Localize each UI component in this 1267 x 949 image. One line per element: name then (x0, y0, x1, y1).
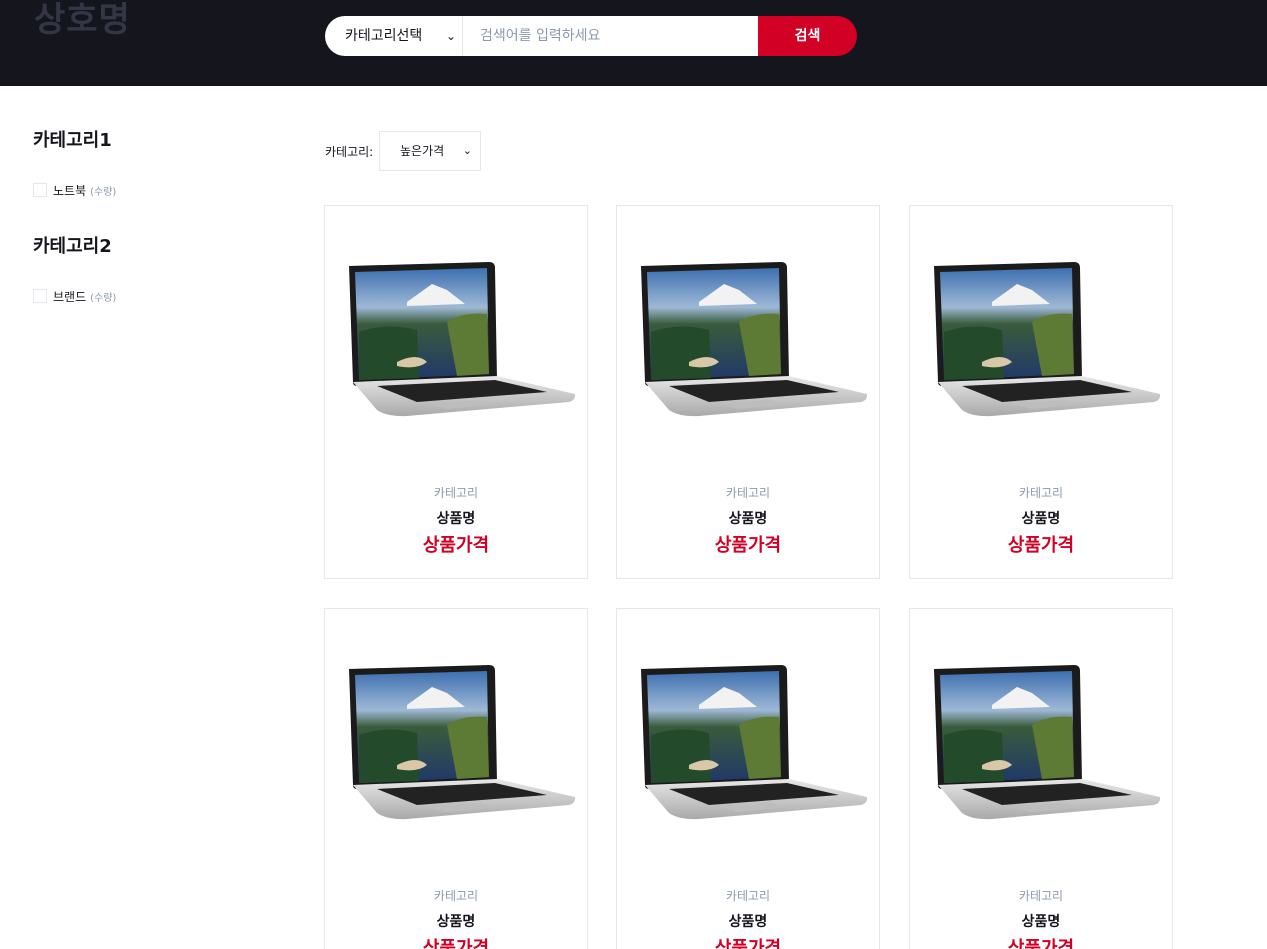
product-price: 상품가격 (714, 535, 782, 556)
chevron-down-icon: ⌄ (445, 29, 456, 43)
aside-title-category1: 카테고리1 (33, 130, 112, 151)
product-image[interactable] (347, 262, 577, 418)
checkbox[interactable] (33, 183, 47, 197)
product-name[interactable]: 상품명 (325, 911, 587, 931)
product-card[interactable]: 카테고리 상품명 상품가격 (324, 205, 588, 579)
filter-qty: (수량) (90, 186, 117, 198)
logo[interactable]: 상호명 (34, 0, 131, 41)
product-name[interactable]: 상품명 (325, 508, 587, 528)
product-card[interactable]: 카테고리 상품명 상품가격 (909, 608, 1173, 949)
sort-label: 카테고리: (325, 145, 374, 159)
filter-label: 노트북 (53, 183, 87, 198)
product-name[interactable]: 상품명 (617, 911, 879, 931)
product-name[interactable]: 상품명 (617, 508, 879, 528)
filter-checkbox-brand[interactable]: 브랜드 (수량) (33, 288, 116, 304)
filter-qty: (수량) (90, 292, 117, 304)
product-image[interactable] (932, 262, 1162, 418)
product-image[interactable] (347, 665, 577, 821)
product-category: 카테고리 (433, 889, 479, 903)
filter-label: 브랜드 (53, 289, 87, 304)
product-card[interactable]: 카테고리 상품명 상품가격 (909, 205, 1173, 579)
sort-select[interactable]: 높은가격 ⌄ (379, 131, 481, 171)
product-card[interactable]: 카테고리 상품명 상품가격 (324, 608, 588, 949)
chevron-down-icon: ⌄ (462, 144, 472, 157)
product-price: 상품가격 (714, 938, 782, 949)
sort-value: 높은가격 (400, 144, 445, 158)
product-category: 카테고리 (725, 486, 771, 500)
top-header: 상호명 카테고리선택 ⌄ 검색 (0, 0, 1267, 86)
search-category-select[interactable]: 카테고리선택 ⌄ (325, 16, 463, 56)
product-category: 카테고리 (725, 889, 771, 903)
checkbox[interactable] (33, 289, 47, 303)
product-image[interactable] (639, 665, 869, 821)
product-category: 카테고리 (1018, 889, 1064, 903)
product-price: 상품가격 (1007, 535, 1075, 556)
product-price: 상품가격 (1007, 938, 1075, 949)
product-category: 카테고리 (1018, 486, 1064, 500)
product-image[interactable] (639, 262, 869, 418)
search-category-value: 카테고리선택 (345, 28, 423, 44)
product-price: 상품가격 (422, 535, 490, 556)
search-input[interactable] (463, 16, 758, 56)
product-name[interactable]: 상품명 (910, 911, 1172, 931)
product-category: 카테고리 (433, 486, 479, 500)
product-card[interactable]: 카테고리 상품명 상품가격 (616, 608, 880, 949)
search-bar: 카테고리선택 ⌄ 검색 (325, 16, 857, 56)
filter-checkbox-notebook[interactable]: 노트북 (수량) (33, 182, 116, 198)
product-card[interactable]: 카테고리 상품명 상품가격 (616, 205, 880, 579)
search-button[interactable]: 검색 (758, 16, 857, 56)
product-name[interactable]: 상품명 (910, 508, 1172, 528)
product-price: 상품가격 (422, 938, 490, 949)
aside-title-category2: 카테고리2 (33, 236, 112, 257)
product-image[interactable] (932, 665, 1162, 821)
